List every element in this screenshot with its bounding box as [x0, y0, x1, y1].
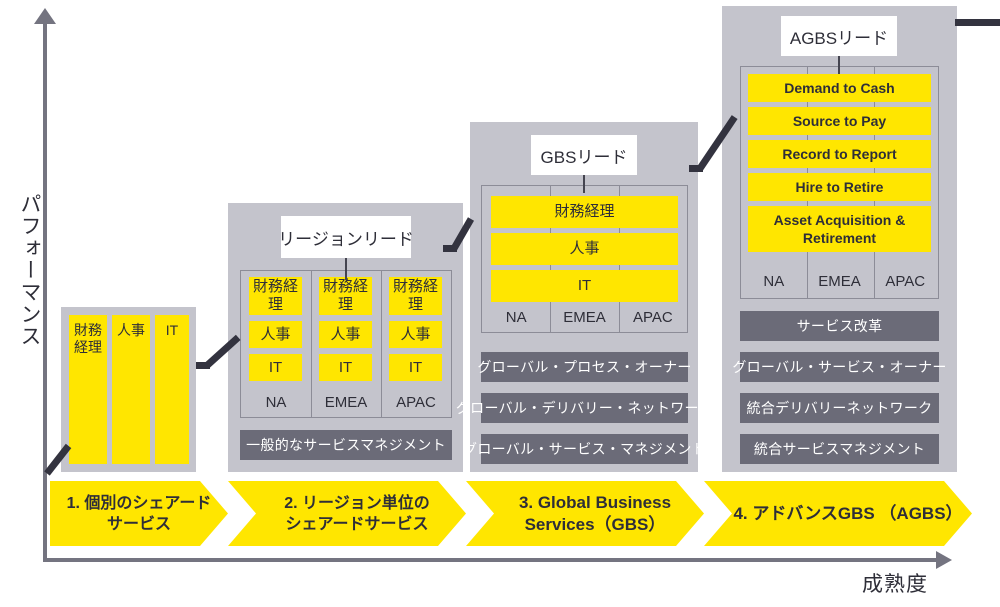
stage-2-region-na: NA — [265, 393, 287, 411]
stage-3-function-it: IT — [491, 270, 678, 302]
banner-stage-2[interactable]: 2. リージョン単位の シェアードサービス — [228, 481, 466, 546]
stage-2-lead-box: リージョンリード — [278, 216, 414, 258]
stage-1-column-finance: 財務経理 — [69, 315, 107, 464]
stage-2-region-apac: APAC — [396, 393, 436, 411]
stage-4-region-na: NA — [763, 272, 785, 290]
stage-1-column-it: IT — [155, 315, 189, 464]
y-axis-line — [43, 22, 47, 562]
stage-3-support-bar-1: グローバル・デリバリー・ネットワーク — [456, 393, 713, 423]
stage-4-support-bar-2: 統合デリバリーネットワーク — [740, 393, 939, 423]
stage-4-lead-stem — [838, 56, 840, 74]
stage-3-function-hr: 人事 — [491, 233, 678, 265]
stage-3-lead-stem — [583, 175, 585, 193]
x-axis-label: 成熟度 — [862, 573, 928, 596]
stage-2-region-labels: NA EMEA APAC — [241, 388, 451, 416]
stage-4-function-demand-to-cash: Demand to Cash — [748, 74, 931, 102]
stage-2-support-bar-0: 一般的なサービスマネジメント — [240, 430, 452, 460]
y-axis-label: パフォーマンス — [18, 193, 41, 347]
x-axis-line — [45, 558, 940, 562]
stage-3-function-finance: 財務経理 — [491, 196, 678, 228]
stage-4-support-bar-1: グローバル・サービス・オーナー — [732, 352, 946, 382]
stage-2-emea-hr: 人事 — [319, 321, 372, 348]
stage-3-region-emea: EMEA — [563, 308, 606, 326]
stage-4-lead-box: AGBSリード — [781, 16, 897, 56]
x-axis-arrow-icon — [936, 551, 952, 569]
stage-2-apac-hr: 人事 — [389, 321, 442, 348]
stage-3-region-apac: APAC — [632, 308, 673, 326]
connector-4-exit-stub — [955, 19, 1000, 26]
stage-3-region-labels: NA EMEA APAC — [482, 303, 687, 331]
stage-2-apac-finance: 財務経理 — [389, 277, 442, 315]
stage-4-region-apac: APAC — [885, 272, 926, 290]
stage-4-function-hire-to-retire: Hire to Retire — [748, 173, 931, 201]
maturity-diagram: パフォーマンス 成熟度 財務経理 人事 IT リージョンリード 財務経理 人事 … — [0, 0, 1000, 607]
stage-2-na-hr: 人事 — [249, 321, 302, 348]
stage-2-na-it: IT — [249, 354, 302, 381]
banner-stage-3[interactable]: 3. Global Business Services（GBS） — [466, 481, 704, 546]
stage-4-region-labels: NA EMEA APAC — [741, 266, 938, 296]
stage-3-support-bar-0: グローバル・プロセス・オーナー — [477, 352, 691, 382]
stage-4-function-source-to-pay: Source to Pay — [748, 107, 931, 135]
stage-4-function-asset-acquisition: Asset Acquisition & Retirement — [748, 206, 931, 252]
banner-stage-4[interactable]: 4. アドバンスGBS （AGBS） — [704, 481, 972, 546]
stage-2-emea-it: IT — [319, 354, 372, 381]
stage-2-apac-it: IT — [389, 354, 442, 381]
stage-2-emea-finance: 財務経理 — [319, 277, 372, 315]
stage-4-region-emea: EMEA — [818, 272, 861, 290]
stage-4-support-bar-3: 統合サービスマネジメント — [740, 434, 939, 464]
stage-4-support-bar-0: サービス改革 — [740, 311, 939, 341]
stage-2-lead-stem — [345, 258, 347, 280]
stage-1-column-hr: 人事 — [112, 315, 150, 464]
stage-3-region-na: NA — [505, 308, 527, 326]
stage-2-na-finance: 財務経理 — [249, 277, 302, 315]
stage-4-function-record-to-report: Record to Report — [748, 140, 931, 168]
banner-stage-1[interactable]: 1. 個別のシェアード サービス — [50, 481, 228, 546]
stage-3-lead-box: GBSリード — [531, 135, 637, 175]
stage-3-support-bar-2: グローバル・サービス・マネジメント — [463, 434, 706, 464]
stage-2-region-emea: EMEA — [324, 393, 368, 411]
